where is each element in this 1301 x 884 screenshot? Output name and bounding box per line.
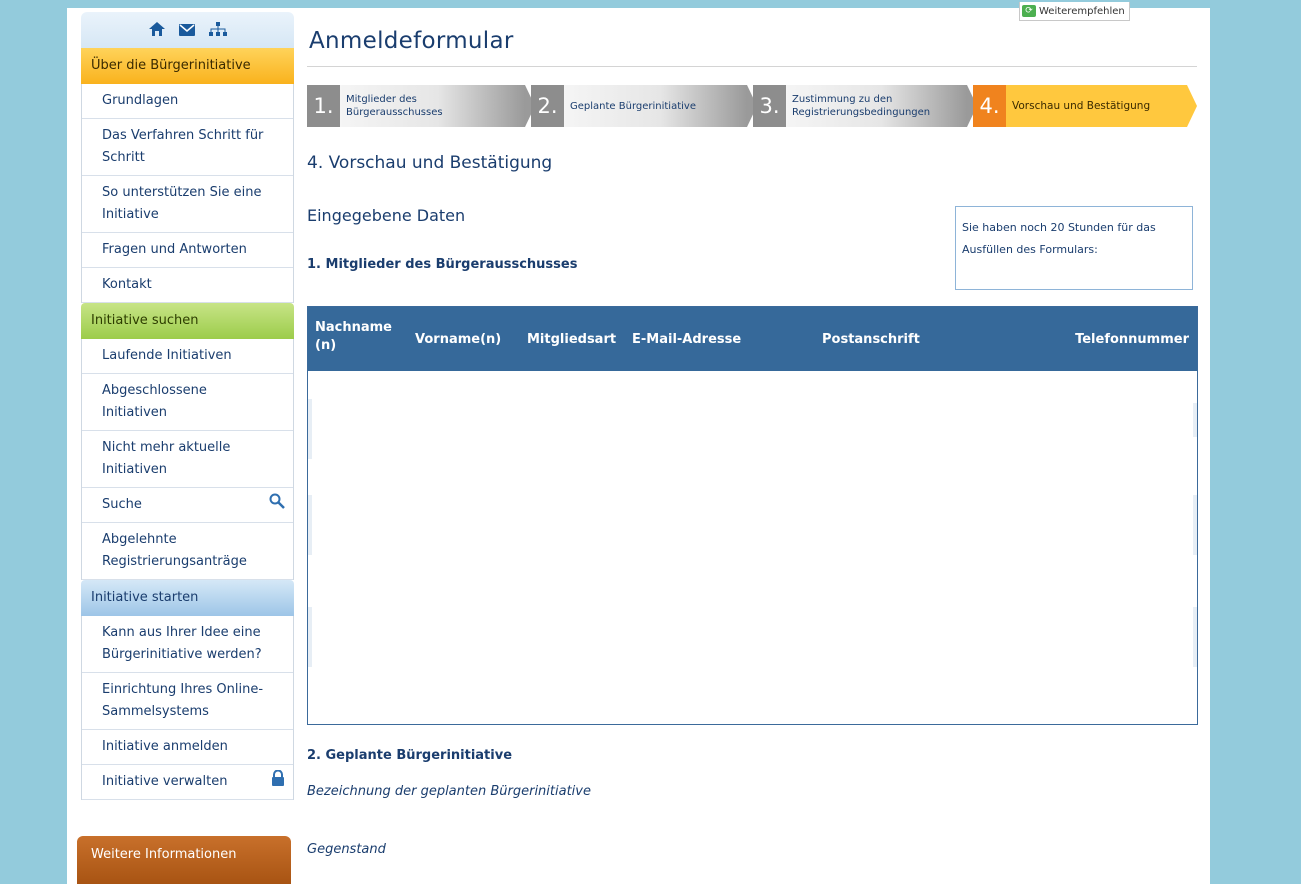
step-1-label: Mitglieder des Bürgerausschusses xyxy=(346,94,443,118)
step-4-label: Vorschau und Bestätigung xyxy=(1012,99,1151,112)
sidebar-item-verfahren[interactable]: Das Verfahren Schritt für Schritt xyxy=(82,119,293,176)
step-4[interactable]: 4. Vorschau und Bestätigung xyxy=(973,85,1187,127)
step-1-number: 1. xyxy=(307,85,340,127)
page-title: Anmeldeformular xyxy=(309,28,514,54)
mail-icon[interactable] xyxy=(178,21,195,40)
share-icon: ⟳ xyxy=(1022,5,1036,17)
step-2[interactable]: 2. Geplante Bürgerinitiative xyxy=(531,85,747,127)
section-heading: 4. Vorschau und Bestätigung xyxy=(307,153,553,173)
field-bezeichnung-label: Bezeichnung der geplanten Bürgerinitiati… xyxy=(307,784,591,799)
sidebar-item-suche-label: Suche xyxy=(102,497,142,512)
sidebar-item-idee[interactable]: Kann aus Ihrer Idee eine Bürgerinitiativ… xyxy=(82,616,293,673)
sidebar-item-grundlagen[interactable]: Grundlagen xyxy=(82,84,293,119)
search-icon xyxy=(269,493,285,517)
sidebar-item-fragen[interactable]: Fragen und Antworten xyxy=(82,233,293,268)
sitemap-icon[interactable] xyxy=(208,21,227,40)
table-edge-mark xyxy=(1193,607,1197,667)
table-edge-mark xyxy=(308,495,312,555)
col-vorname: Vorname(n) xyxy=(415,332,502,347)
col-postanschrift: Postanschrift xyxy=(822,332,920,347)
table-edge-mark xyxy=(308,399,312,459)
step-3[interactable]: 3. Zustimmung zu den Registrierungsbedin… xyxy=(753,85,967,127)
table-edge-mark xyxy=(308,607,312,667)
step-3-label: Zustimmung zu den Registrierungsbedingun… xyxy=(792,94,931,118)
col-mitgliedsart: Mitgliedsart xyxy=(527,332,617,347)
sidebar-item-laufende[interactable]: Laufende Initiativen xyxy=(82,339,293,374)
sidebar-item-abgelehnte[interactable]: Abgelehnte Registrierungsanträge xyxy=(82,523,293,580)
time-remaining-box: Sie haben noch 20 Stunden für das Ausfül… xyxy=(955,206,1193,290)
step-progress: 1. Mitglieder des Bürgerausschusses 2. G… xyxy=(307,85,1197,127)
section-search-list: Laufende Initiativen Abgeschlossene Init… xyxy=(81,339,294,580)
entered-data-heading: Eingegebene Daten xyxy=(307,206,466,225)
step-1[interactable]: 1. Mitglieder des Bürgerausschusses xyxy=(307,85,525,127)
sidebar: Über die Bürgerinitiative Grundlagen Das… xyxy=(81,12,294,800)
col-nachname: Nachname (n) xyxy=(315,320,393,353)
home-icon[interactable] xyxy=(148,21,165,40)
field-gegenstand-label: Gegenstand xyxy=(307,842,386,857)
share-label: Weiterempfehlen xyxy=(1039,5,1125,17)
initiative-section-title: 2. Geplante Bürgerinitiative xyxy=(307,748,513,763)
section-start-list: Kann aus Ihrer Idee eine Bürgerinitiativ… xyxy=(81,616,294,800)
sidebar-item-verwalten-label: Initiative verwalten xyxy=(102,774,228,789)
further-info-header[interactable]: Weitere Informationen xyxy=(77,836,291,884)
step-3-number: 3. xyxy=(753,85,786,127)
table-edge-mark xyxy=(1193,495,1197,555)
step-2-number: 2. xyxy=(531,85,564,127)
sidebar-item-suche[interactable]: Suche xyxy=(82,488,293,523)
share-button[interactable]: ⟳ Weiterempfehlen xyxy=(1019,2,1130,21)
sidebar-item-unterstuetzen[interactable]: So unterstützen Sie eine Initiative xyxy=(82,176,293,233)
col-telefon: Telefonnummer xyxy=(1075,332,1189,347)
title-divider xyxy=(307,66,1197,67)
members-table-header: Nachname (n) Vorname(n) Mitgliedsart E-M… xyxy=(308,307,1197,371)
table-edge-mark xyxy=(1193,403,1197,437)
section-about-header[interactable]: Über die Bürgerinitiative xyxy=(81,48,294,84)
sidebar-item-anmelden[interactable]: Initiative anmelden xyxy=(82,730,293,765)
step-4-arrow xyxy=(1187,85,1197,127)
section-about-list: Grundlagen Das Verfahren Schritt für Sch… xyxy=(81,84,294,303)
section-search-header[interactable]: Initiative suchen xyxy=(81,303,294,339)
page-container: ⟳ Weiterempfehlen Über die Bürgerinitiat… xyxy=(67,2,1210,884)
section-start-header[interactable]: Initiative starten xyxy=(81,580,294,616)
sidebar-icon-bar xyxy=(81,12,294,48)
members-section-title: 1. Mitglieder des Bürgerausschusses xyxy=(307,257,578,272)
step-4-number: 4. xyxy=(973,85,1006,127)
sidebar-item-abgeschlossene[interactable]: Abgeschlossene Initiativen xyxy=(82,374,293,431)
step-2-label: Geplante Bürgerinitiative xyxy=(570,100,696,112)
sidebar-item-sammelsystem[interactable]: Einrichtung Ihres Online-Sammelsystems xyxy=(82,673,293,730)
sidebar-item-kontakt[interactable]: Kontakt xyxy=(82,268,293,303)
col-email: E-Mail-Adresse xyxy=(632,332,742,347)
lock-icon xyxy=(271,769,285,794)
members-table: Nachname (n) Vorname(n) Mitgliedsart E-M… xyxy=(307,306,1198,725)
sidebar-item-verwalten[interactable]: Initiative verwalten xyxy=(82,765,293,800)
sidebar-item-nicht-aktuelle[interactable]: Nicht mehr aktuelle Initiativen xyxy=(82,431,293,488)
